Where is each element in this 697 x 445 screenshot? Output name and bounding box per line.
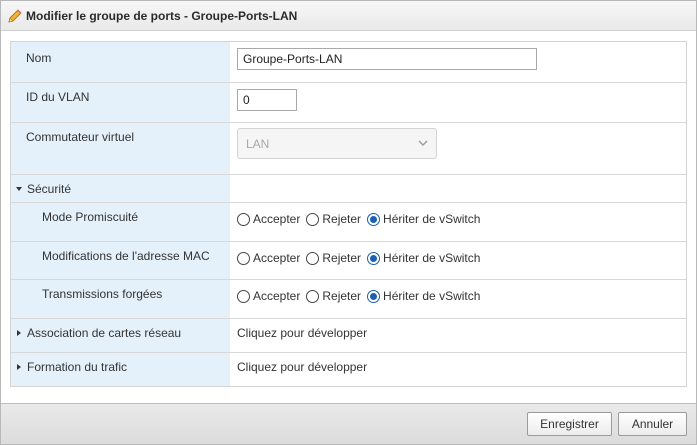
mac-changes-row: Modifications de l'adresse MAC Accepter … [11,242,686,280]
dialog-footer: Enregistrer Annuler [1,403,696,444]
name-input[interactable] [237,48,537,70]
mac-reject-radio[interactable]: Rejeter [306,251,361,265]
promiscuous-accept-radio[interactable]: Accepter [237,212,300,226]
security-label: Sécurité [27,182,72,196]
security-section-header[interactable]: Sécurité [11,175,686,203]
vswitch-select[interactable]: LAN [237,128,437,159]
forged-accept-radio[interactable]: Accepter [237,289,300,303]
forged-reject-radio[interactable]: Rejeter [306,289,361,303]
promiscuous-mode-row: Mode Promiscuité Accepter Rejeter Hérite… [11,203,686,242]
traffic-shaping-section-header[interactable]: Formation du trafic Cliquez pour dévelop… [11,353,686,386]
vlan-row: ID du VLAN [11,83,686,123]
nic-teaming-label: Association de cartes réseau [27,326,182,340]
forged-transmits-options: Accepter Rejeter Hériter de vSwitch [237,289,486,303]
vswitch-row: Commutateur virtuel LAN [11,123,686,175]
traffic-shaping-hint[interactable]: Cliquez pour développer [237,360,367,374]
mac-changes-options: Accepter Rejeter Hériter de vSwitch [237,251,486,265]
mac-changes-label: Modifications de l'adresse MAC [42,249,210,263]
vlan-input[interactable] [237,89,297,111]
promiscuous-inherit-radio[interactable]: Hériter de vSwitch [367,212,480,226]
promiscuous-mode-label: Mode Promiscuité [42,210,139,224]
collapse-arrow-icon [16,187,22,191]
vlan-label: ID du VLAN [26,90,90,104]
forged-transmits-row: Transmissions forgées Accepter Rejeter H… [11,280,686,319]
nic-teaming-hint[interactable]: Cliquez pour développer [237,326,367,340]
forged-inherit-radio[interactable]: Hériter de vSwitch [367,289,480,303]
vswitch-select-value: LAN [246,137,270,151]
dialog-title: Modifier le groupe de ports - Groupe-Por… [26,8,298,23]
settings-panel: Nom ID du VLAN Commutateur virtuel LAN S… [10,41,687,387]
cancel-button[interactable]: Annuler [618,412,687,436]
vswitch-label: Commutateur virtuel [26,130,135,144]
expand-arrow-icon [17,330,21,336]
promiscuous-mode-options: Accepter Rejeter Hériter de vSwitch [237,212,486,226]
name-label: Nom [26,51,52,65]
nic-teaming-section-header[interactable]: Association de cartes réseau Cliquez pou… [11,319,686,353]
forged-transmits-label: Transmissions forgées [42,287,163,301]
mac-inherit-radio[interactable]: Hériter de vSwitch [367,251,480,265]
save-button[interactable]: Enregistrer [527,412,612,436]
mac-accept-radio[interactable]: Accepter [237,251,300,265]
pencil-icon [8,8,22,23]
name-row: Nom [11,42,686,83]
chevron-down-icon [418,140,428,146]
traffic-shaping-label: Formation du trafic [27,360,128,374]
dialog-titlebar: Modifier le groupe de ports - Groupe-Por… [1,1,696,31]
expand-arrow-icon [17,364,21,370]
promiscuous-reject-radio[interactable]: Rejeter [306,212,361,226]
edit-port-group-dialog: Modifier le groupe de ports - Groupe-Por… [0,0,697,445]
